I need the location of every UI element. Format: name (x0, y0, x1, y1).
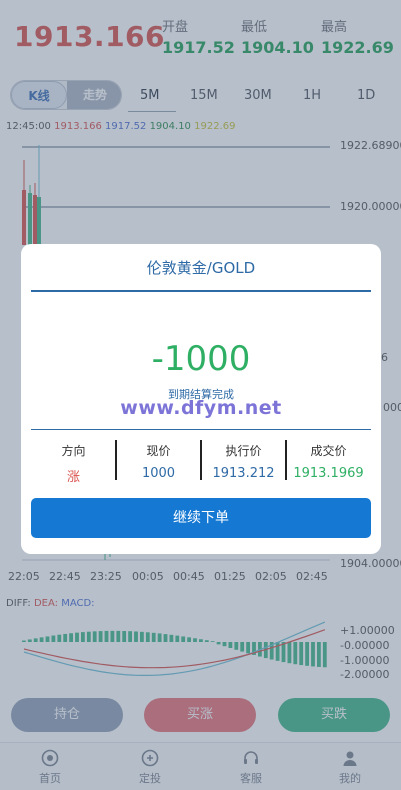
dialog-divider (31, 429, 371, 430)
deal-price-column: 成交价 1913.1969 (286, 442, 371, 481)
settlement-dialog: 伦敦黄金/GOLD -1000 到期结算完成 www.dfym.net 方向 涨… (21, 244, 381, 554)
direction-column: 方向 涨 (31, 442, 116, 485)
direction-header: 方向 (61, 444, 86, 458)
dialog-divider (31, 290, 371, 292)
watermark-text: www.dfym.net (120, 397, 282, 419)
settlement-amount: -1000 (151, 339, 251, 379)
current-price-value: 1000 (141, 466, 176, 481)
deal-price-header: 成交价 (310, 444, 347, 458)
current-price-column: 现价 1000 (116, 442, 201, 481)
current-price-header: 现价 (146, 444, 171, 458)
dialog-title: 伦敦黄金/GOLD (146, 259, 256, 277)
exec-price-column: 执行价 1913.212 (201, 442, 286, 481)
continue-order-button[interactable]: 继续下单 (31, 498, 371, 538)
deal-price-value: 1913.1969 (293, 466, 364, 481)
direction-value: 涨 (66, 470, 80, 485)
exec-price-value: 1913.212 (212, 466, 275, 481)
exec-price-header: 执行价 (225, 444, 262, 458)
